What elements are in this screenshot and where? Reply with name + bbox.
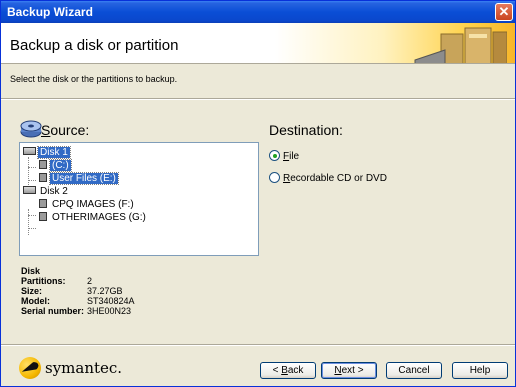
partition-icon — [39, 211, 47, 221]
destination-cd-dvd-radio[interactable]: Recordable CD or DVD — [269, 172, 387, 185]
tree-item-label: Disk 2 — [40, 186, 68, 197]
wizard-header: Backup a disk or partition — [1, 23, 515, 64]
source-label-text: ource: — [50, 122, 90, 138]
source-tree[interactable]: Disk 1 (C:) User Files (E:) Disk 2 CPQ I… — [19, 142, 259, 256]
button-label: Cancel — [398, 365, 430, 376]
tree-item-label: CPQ IMAGES (F:) — [52, 199, 134, 210]
hard-drive-banner-icon — [414, 27, 507, 63]
cancel-button[interactable]: Cancel — [386, 362, 442, 379]
next-button[interactable]: Next > — [321, 362, 377, 379]
button-accel: N — [334, 365, 342, 376]
button-label: ack — [287, 365, 304, 376]
button-label: < — [272, 365, 282, 376]
destination-label: Destination: — [269, 122, 343, 138]
close-icon: ✕ — [498, 4, 510, 19]
disk-info-value: 3HE00N23 — [87, 306, 132, 316]
tree-item-partition-f[interactable]: CPQ IMAGES (F:) — [39, 198, 136, 211]
tree-connector — [28, 167, 36, 168]
hard-disk-icon — [23, 147, 36, 156]
tree-item-partition-c[interactable]: (C:) — [39, 159, 72, 172]
tree-item-partition-g[interactable]: OTHERIMAGES (G:) — [39, 211, 148, 224]
brand-name: symantec. — [45, 359, 123, 377]
tree-item-label: (C:) — [49, 159, 72, 172]
tree-connector — [28, 228, 36, 229]
footer-divider — [1, 344, 515, 346]
tree-item-label: OTHERIMAGES (G:) — [52, 212, 146, 223]
symantec-logo-icon — [19, 357, 41, 379]
tree-item-label: User Files (E:) — [49, 172, 119, 185]
hard-disk-icon — [23, 186, 36, 195]
symantec-logo: symantec. — [19, 357, 129, 379]
tree-item-label: Disk 1 — [37, 146, 71, 159]
radio-button-icon — [269, 150, 280, 161]
back-button[interactable]: < Back — [260, 362, 316, 379]
partition-icon — [39, 172, 47, 182]
radio-button-icon — [269, 172, 280, 183]
disk-info-key: Serial number: — [21, 306, 85, 316]
source-label-accel: S — [41, 122, 51, 138]
disk-info-key: Model: — [21, 296, 50, 306]
partition-icon — [39, 198, 47, 208]
radio-label: ile — [289, 151, 300, 163]
disk-info-value: 2 — [87, 276, 93, 286]
backup-wizard-window: Backup Wizard ✕ Backup a disk or partiti… — [0, 0, 516, 387]
tree-connector — [28, 180, 36, 181]
tree-item-disk-2[interactable]: Disk 2 — [23, 185, 70, 198]
destination-label-text: Destination: — [269, 122, 343, 138]
disk-info-panel: Disk Partitions: 2 Size: 37.27GB Model: … — [21, 266, 135, 316]
button-label: ext > — [341, 365, 364, 376]
header-divider — [1, 98, 515, 100]
instructions-text: Select the disk or the partitions to bac… — [10, 74, 178, 84]
source-label: Source: — [41, 122, 89, 138]
partition-icon — [39, 159, 47, 169]
disk-info-value: 37.27GB — [87, 286, 123, 296]
disk-info-heading: Disk — [21, 266, 41, 276]
tree-connector — [28, 215, 36, 216]
button-accel: B — [281, 365, 288, 376]
title-bar[interactable]: Backup Wizard ✕ — [1, 1, 515, 23]
page-title: Backup a disk or partition — [10, 37, 179, 54]
disk-info-value: ST340824A — [87, 296, 135, 306]
disk-info-key: Partitions: — [21, 276, 66, 286]
radio-label: ecordable CD or DVD — [290, 173, 387, 185]
tree-connector — [28, 209, 29, 235]
disk-info-key: Size: — [21, 286, 43, 296]
destination-file-radio[interactable]: File — [269, 150, 300, 163]
window-title: Backup Wizard — [7, 5, 93, 19]
source-disk-icon — [20, 120, 42, 138]
help-button[interactable]: Help — [452, 362, 508, 379]
close-button[interactable]: ✕ — [495, 3, 513, 21]
tree-item-disk-1[interactable]: Disk 1 — [23, 146, 71, 159]
button-label: Help — [469, 365, 491, 376]
tree-item-partition-e[interactable]: User Files (E:) — [39, 172, 119, 185]
